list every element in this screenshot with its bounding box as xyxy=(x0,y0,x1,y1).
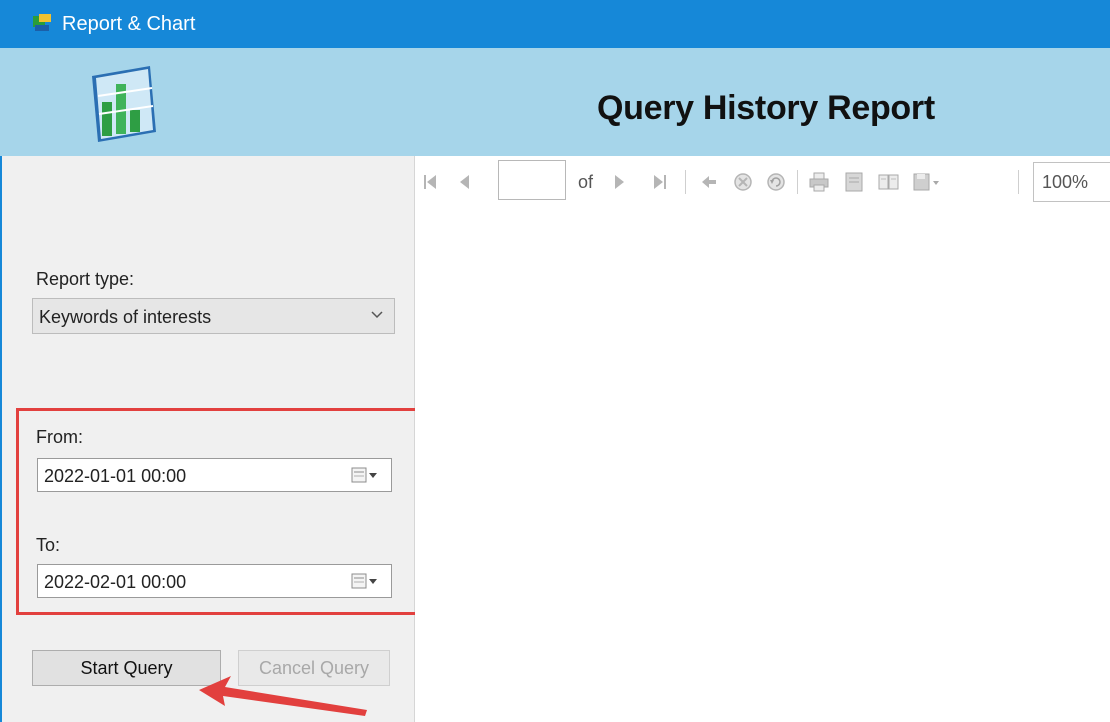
report-canvas[interactable] xyxy=(415,208,1110,722)
report-type-label: Report type: xyxy=(36,269,135,289)
export-icon[interactable] xyxy=(912,169,940,195)
print-layout-icon[interactable] xyxy=(843,169,865,195)
calendar-dropdown-icon[interactable] xyxy=(351,572,379,590)
page-setup-icon[interactable] xyxy=(877,169,901,195)
refresh-icon[interactable] xyxy=(765,169,787,195)
previous-page-icon[interactable] xyxy=(457,169,473,195)
last-page-icon[interactable] xyxy=(651,169,669,195)
header-banner xyxy=(0,48,1110,156)
page-of-label: of xyxy=(578,172,594,192)
toolbar-separator xyxy=(797,170,798,194)
report-logo-icon xyxy=(92,66,156,142)
from-datetime-value: 2022-01-01 00:00 xyxy=(44,466,187,486)
toolbar-separator xyxy=(685,170,686,194)
calendar-dropdown-icon[interactable] xyxy=(351,466,379,484)
print-icon[interactable] xyxy=(807,169,831,195)
from-datetime-picker[interactable]: 2022-01-01 00:00 xyxy=(37,458,392,492)
back-icon[interactable] xyxy=(699,169,719,195)
start-query-button[interactable]: Start Query xyxy=(32,650,221,686)
toolbar-separator xyxy=(1018,170,1019,194)
stop-icon[interactable] xyxy=(732,169,754,195)
first-page-icon[interactable] xyxy=(421,169,439,195)
from-label: From: xyxy=(36,427,83,447)
chevron-down-icon xyxy=(371,311,383,319)
zoom-select[interactable]: 100% xyxy=(1033,162,1110,202)
page-number-input[interactable] xyxy=(498,160,566,200)
report-type-select[interactable]: Keywords of interests xyxy=(32,298,395,334)
to-datetime-picker[interactable]: 2022-02-01 00:00 xyxy=(37,564,392,598)
red-arrow-annotation xyxy=(199,676,367,716)
next-page-icon[interactable] xyxy=(611,169,627,195)
window-title: Report & Chart xyxy=(62,13,196,35)
window-titlebar: Report & Chart xyxy=(0,0,1110,48)
to-label: To: xyxy=(36,535,61,555)
app-icon xyxy=(33,14,51,31)
to-datetime-value: 2022-02-01 00:00 xyxy=(44,572,187,592)
panel-accent-line xyxy=(0,156,2,722)
report-type-value: Keywords of interests xyxy=(39,307,212,327)
report-title: Query History Report xyxy=(597,89,935,127)
